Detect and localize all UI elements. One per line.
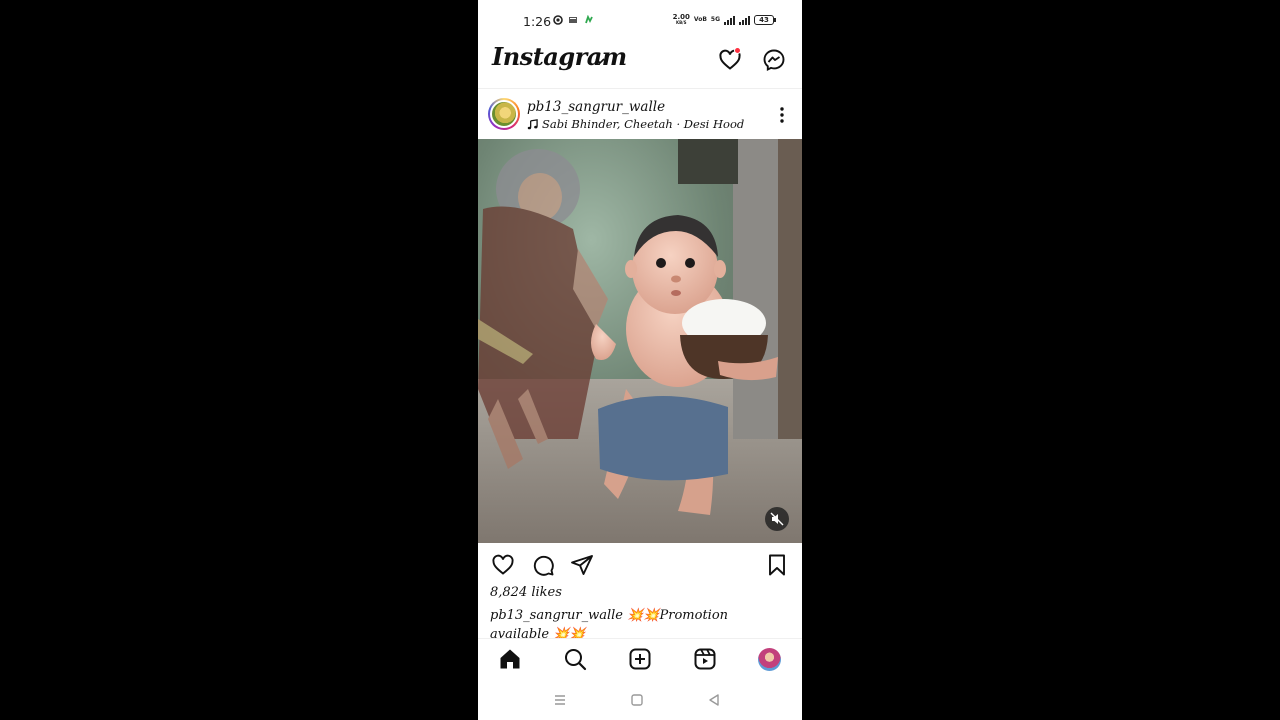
avatar-image [490, 100, 518, 128]
mute-button[interactable] [765, 507, 789, 531]
bookmark-icon[interactable] [765, 553, 789, 577]
notification-dot [734, 47, 741, 54]
sim-card-icon [569, 17, 577, 23]
messenger-icon[interactable] [762, 48, 786, 72]
instagram-logo[interactable]: Instagram [492, 42, 627, 71]
caption[interactable]: pb13_sangrur_walle 💥💥Promotion available… [490, 606, 790, 638]
phone-screen: 1:26 2.00 KB/S VoB 5G 43 Instagram pb13_… [478, 0, 802, 720]
home-icon[interactable] [498, 647, 522, 671]
share-icon[interactable] [570, 553, 594, 577]
home-button-icon[interactable] [630, 693, 644, 707]
net-speed: 2.00 KB/S [673, 14, 690, 26]
system-nav-bar [478, 680, 802, 720]
whatsapp-business-icon [585, 15, 593, 24]
post-actions [478, 550, 802, 580]
battery-indicator: 43 [754, 15, 776, 25]
back-icon[interactable] [707, 693, 721, 707]
post-username[interactable]: pb13_sangrur_walle [527, 99, 665, 115]
header-divider [478, 88, 802, 89]
music-note-icon [527, 118, 538, 129]
caption-username[interactable]: pb13_sangrur_walle [490, 608, 623, 623]
post-media[interactable] [478, 139, 802, 543]
comment-icon[interactable] [531, 553, 555, 577]
recents-icon[interactable] [553, 693, 567, 707]
status-bar: 1:26 2.00 KB/S VoB 5G 43 [478, 0, 802, 40]
like-count[interactable]: 8,824 likes [490, 585, 562, 600]
signal-strength-icon [724, 15, 735, 25]
post-avatar[interactable] [488, 98, 520, 130]
profile-avatar[interactable] [758, 648, 781, 671]
status-indicators: 2.00 KB/S VoB 5G 43 [673, 14, 776, 26]
speaker-muted-icon [770, 512, 784, 526]
status-time: 1:26 [523, 14, 552, 29]
bottom-nav [478, 638, 802, 680]
like-icon[interactable] [491, 553, 515, 577]
volte-indicator: VoB [693, 16, 707, 23]
sim-network-label: 5G [710, 16, 720, 23]
music-attribution[interactable]: Sabi Bhinder, Cheetah · Desi Hood [527, 117, 744, 131]
search-icon[interactable] [563, 647, 587, 671]
post-photo [478, 139, 802, 543]
post-header: pb13_sangrur_walle Sabi Bhinder, Cheetah… [478, 92, 802, 138]
create-icon[interactable] [628, 647, 652, 671]
music-label: Sabi Bhinder, Cheetah · Desi Hood [542, 117, 745, 131]
signal-strength-2-icon [739, 15, 750, 25]
chevron-down-icon[interactable] [594, 55, 606, 67]
reels-icon[interactable] [693, 647, 717, 671]
more-options-icon[interactable] [774, 106, 790, 124]
caption-container: pb13_sangrur_walle 💥💥Promotion available… [478, 600, 802, 638]
app-header: Instagram [478, 40, 802, 84]
notification-circle-icon [553, 15, 563, 25]
